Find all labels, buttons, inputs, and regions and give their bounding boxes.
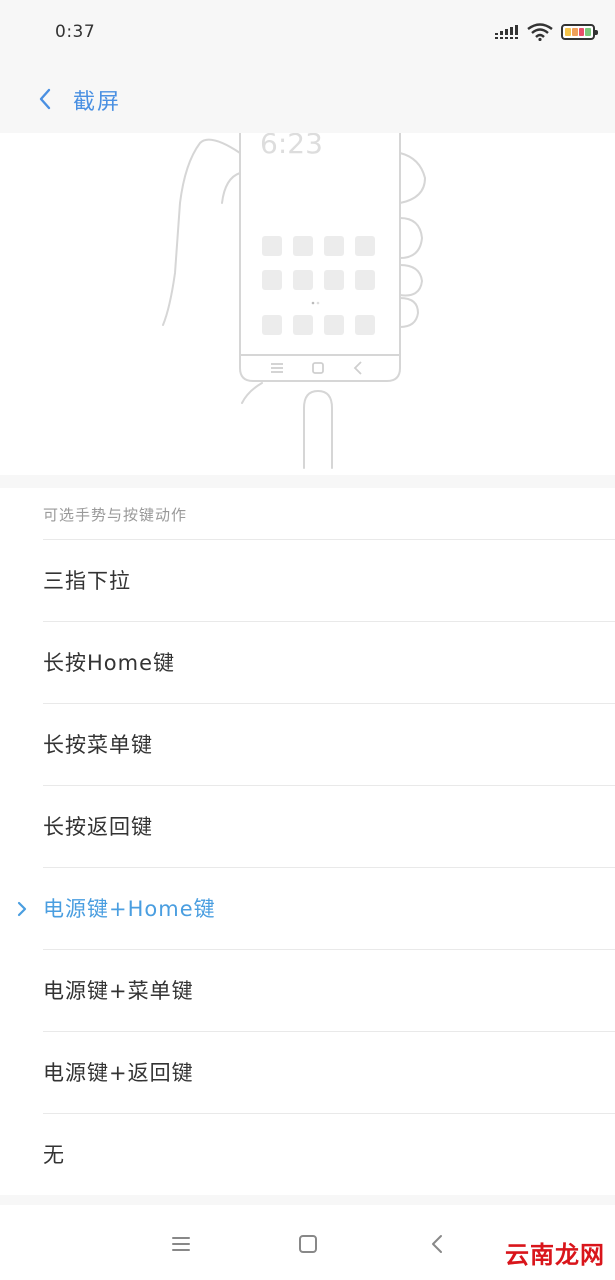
header: 截屏	[0, 66, 615, 133]
nav-home-button[interactable]	[293, 1229, 323, 1259]
battery-icon	[561, 24, 598, 40]
section-title: 可选手势与按键动作	[43, 506, 188, 524]
status-time: 0:37	[55, 22, 96, 42]
option-label: 长按菜单键	[43, 733, 153, 757]
system-nav-bar: 云南龙网	[0, 1205, 615, 1280]
option-long-press-home[interactable]: 长按Home键	[0, 622, 615, 704]
option-power-home[interactable]: 电源键+Home键	[0, 868, 615, 950]
selected-chevron-icon	[17, 901, 27, 917]
back-icon	[432, 1235, 442, 1253]
menu-icon	[172, 1237, 190, 1251]
option-three-finger-swipe[interactable]: 三指下拉	[0, 540, 615, 622]
nav-menu-button[interactable]	[166, 1229, 196, 1259]
option-long-press-menu[interactable]: 长按菜单键	[0, 704, 615, 786]
option-power-back[interactable]: 电源键+返回键	[0, 1032, 615, 1114]
back-button[interactable]	[30, 82, 60, 116]
watermark-logo: 云南龙网	[505, 1241, 605, 1269]
status-bar: 0:37	[0, 0, 615, 66]
page-title: 截屏	[73, 90, 122, 115]
option-long-press-back[interactable]: 长按返回键	[0, 786, 615, 868]
option-label: 电源键+菜单键	[43, 979, 194, 1003]
status-icons	[495, 22, 598, 42]
option-label: 无	[43, 1143, 65, 1167]
option-label: 长按Home键	[43, 651, 176, 675]
chevron-left-icon	[39, 88, 51, 110]
hand-holding-phone-illustration	[162, 133, 426, 469]
option-label: 长按返回键	[43, 815, 153, 839]
option-label: 电源键+Home键	[43, 897, 216, 921]
wifi-icon	[527, 23, 553, 41]
nav-back-button[interactable]	[422, 1229, 452, 1259]
option-none[interactable]: 无	[0, 1114, 615, 1196]
screenshot-gesture-illustration: 6:23	[0, 133, 615, 475]
signal-icon	[495, 25, 518, 39]
home-icon	[299, 1235, 317, 1253]
gesture-options-list: 可选手势与按键动作 三指下拉 长按Home键 长按菜单键 长按返回键 电源键+H…	[0, 488, 615, 1195]
option-power-menu[interactable]: 电源键+菜单键	[0, 950, 615, 1032]
option-label: 电源键+返回键	[43, 1061, 194, 1085]
option-label: 三指下拉	[43, 569, 131, 593]
